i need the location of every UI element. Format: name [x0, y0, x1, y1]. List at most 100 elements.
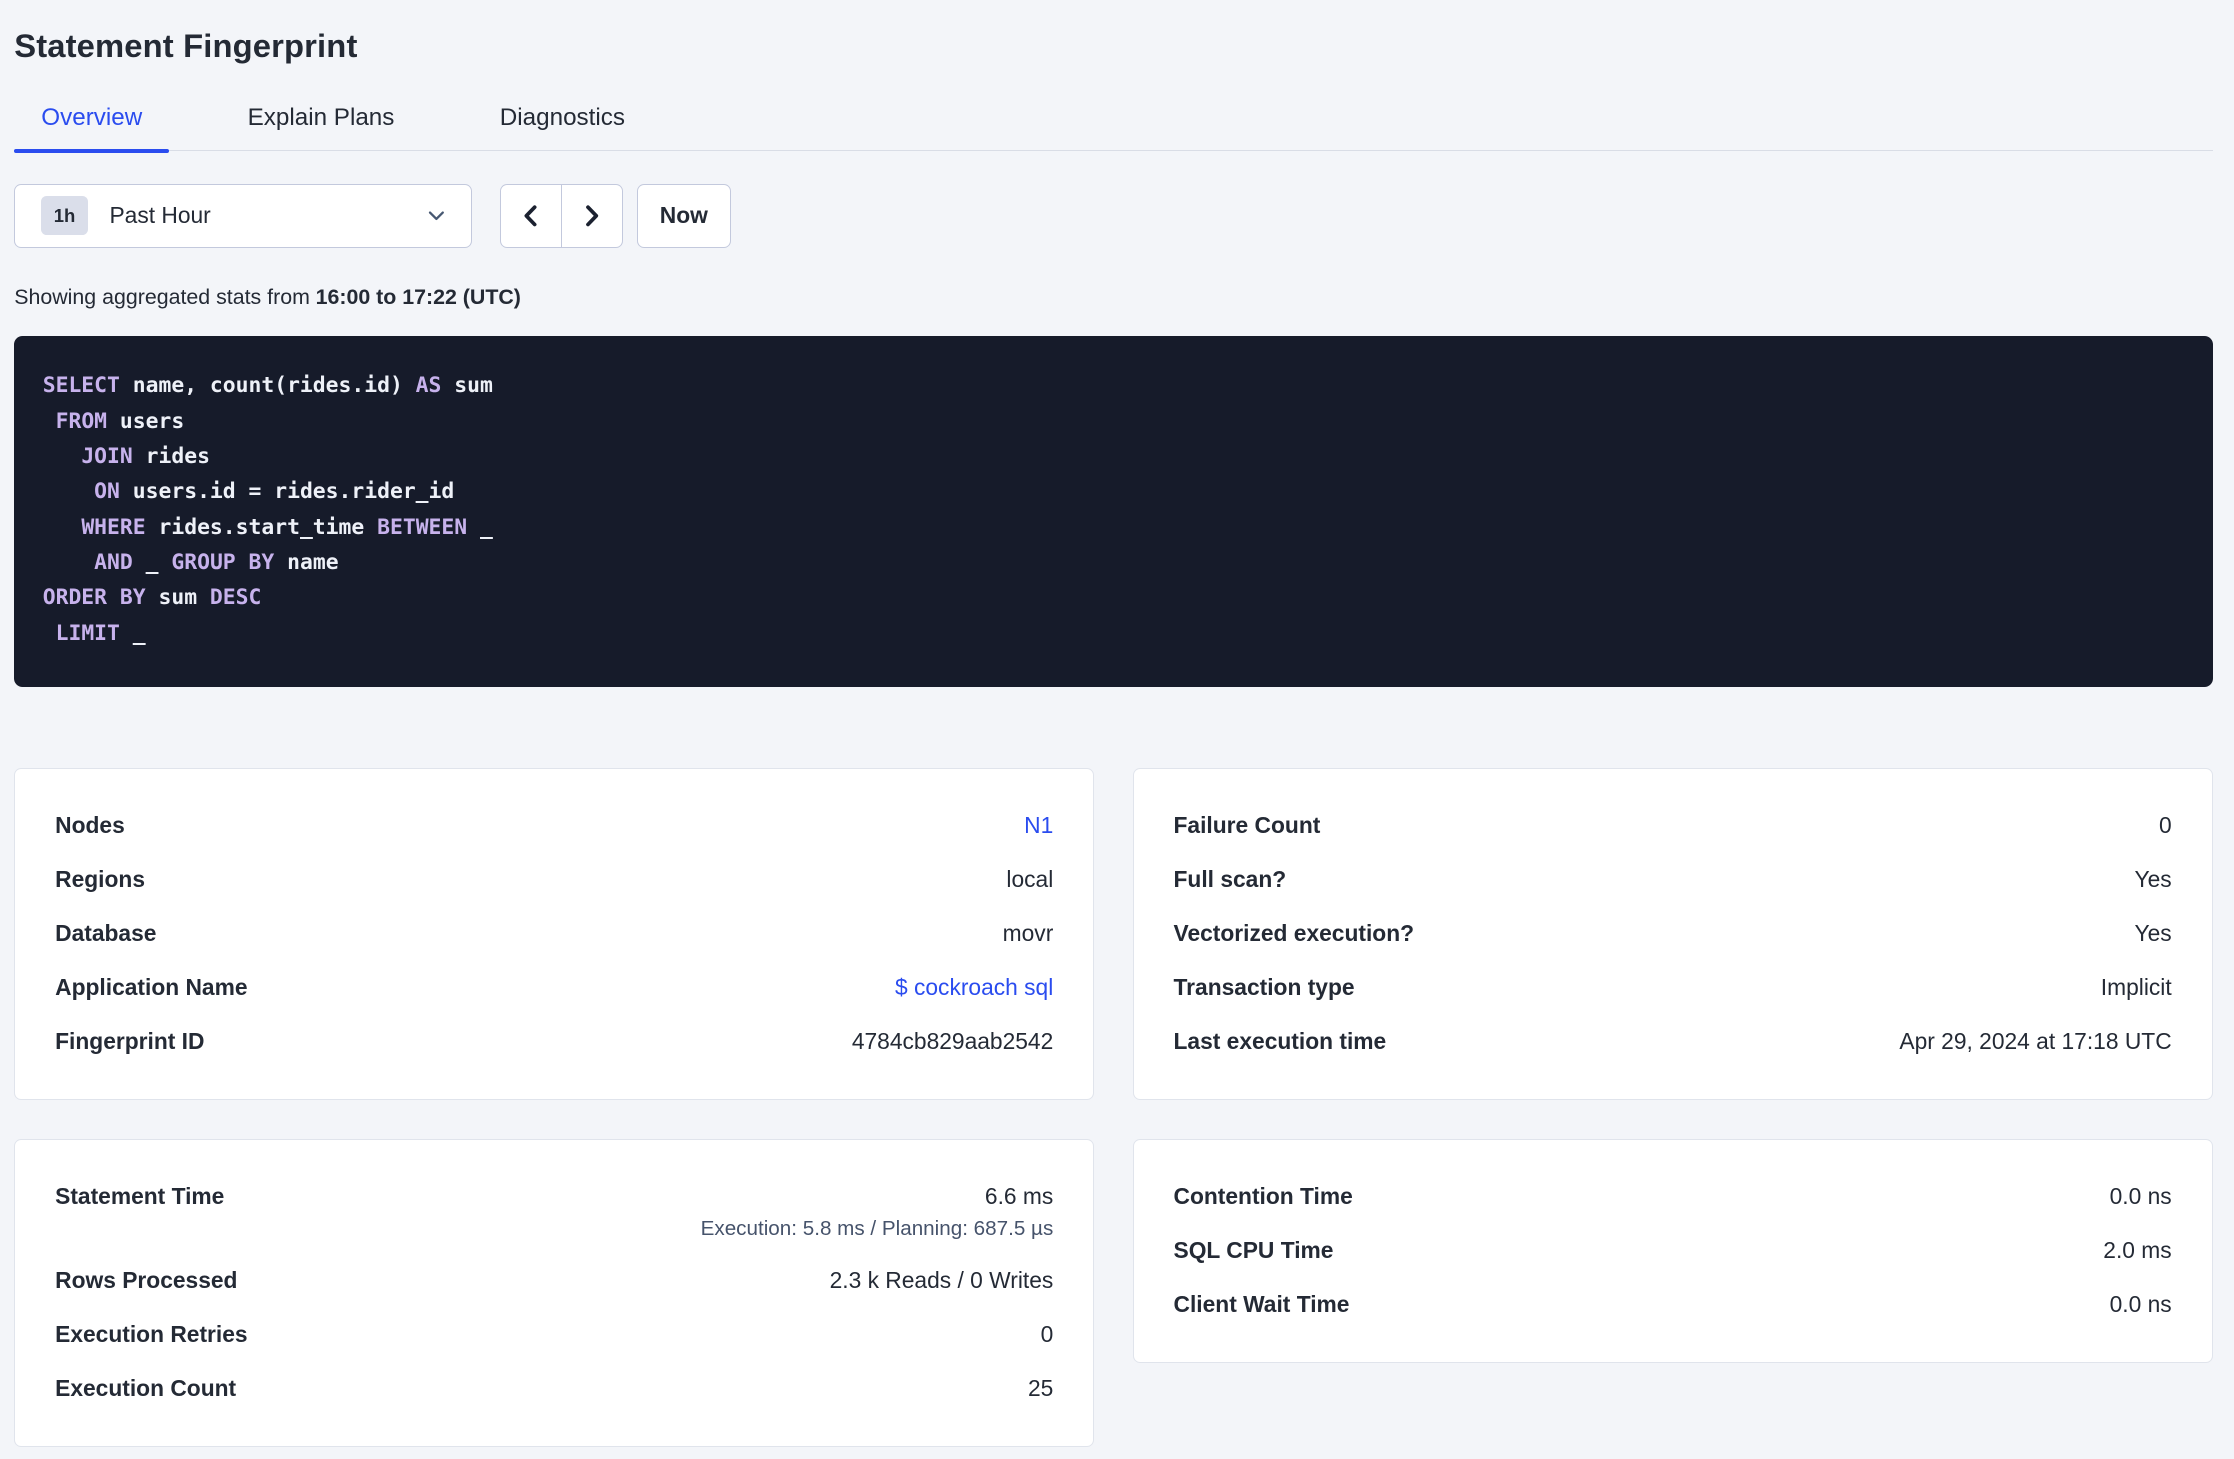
sql-keyword: AS — [415, 373, 442, 399]
stat-row: Fingerprint ID 4784cb829aab2542 — [55, 1015, 1053, 1069]
now-button[interactable]: Now — [636, 183, 731, 248]
next-time-button[interactable] — [561, 183, 623, 248]
stat-row: Database movr — [55, 907, 1053, 961]
stat-value-wrap: 2.3 k Reads / 0 Writes — [830, 1266, 1054, 1296]
stat-row: Full scan? Yes — [1174, 853, 2172, 907]
tab-bar: Overview Explain Plans Diagnostics — [14, 89, 2213, 153]
statement-summary-card: Nodes N1 Regions local Database movr Applicati… — [14, 767, 1095, 1101]
stat-value: Implicit — [2100, 974, 2172, 1001]
stat-value: 6.6 ms — [984, 1182, 1054, 1209]
stat-value: local — [1006, 865, 1054, 892]
stat-subvalue: Execution: 5.8 ms / Planning: 687.5 µs — [700, 1216, 1054, 1240]
stat-label: Rows Processed — [55, 1266, 238, 1293]
stat-label: Execution Retries — [55, 1320, 248, 1347]
stat-row: Nodes N1 — [55, 799, 1053, 853]
stat-value-wrap: N1 — [1024, 811, 1053, 841]
sql-statement: SELECT name, count(rides.id) AS sum FROM… — [14, 335, 2213, 687]
execution-attributes-card: Failure Count 0 Full scan? Yes Vectorized ex… — [1132, 767, 2213, 1101]
stat-label: Vectorized execution? — [1173, 920, 1415, 947]
stat-row: Contention Time 0.0 ns — [1174, 1170, 2172, 1224]
statement-fingerprint-page: Statement Fingerprint Overview Explain P… — [0, 0, 2234, 1448]
stat-row: Transaction type Implicit — [1174, 961, 2172, 1015]
stat-row: Regions local — [55, 853, 1053, 907]
stat-label: Client Wait Time — [1173, 1291, 1350, 1318]
stat-label: Fingerprint ID — [55, 1028, 205, 1055]
stat-label: Execution Count — [55, 1375, 237, 1402]
time-range-select[interactable]: 1h Past Hour — [14, 183, 472, 248]
stat-value: movr — [1002, 920, 1054, 947]
stat-label: Regions — [55, 865, 145, 892]
stat-value: 4784cb829aab2542 — [851, 1028, 1054, 1055]
sql-keyword: DESC — [209, 585, 262, 611]
time-step-buttons — [500, 183, 623, 248]
stat-label: Nodes — [55, 811, 125, 838]
stat-value-wrap: 0 — [2159, 811, 2172, 841]
stat-value-link[interactable]: N1 — [1024, 811, 1053, 841]
stat-value-wrap: $ cockroach sql — [895, 973, 1053, 1003]
stat-value: Apr 29, 2024 at 17:18 UTC — [1899, 1028, 2172, 1055]
sql-line: FROM users — [55, 408, 185, 434]
stats-caption: Showing aggregated stats from 16:00 to 17… — [14, 285, 2212, 310]
stat-label: Contention Time — [1173, 1182, 1353, 1209]
stat-value-wrap: 0 — [1041, 1320, 1054, 1350]
sql-keyword: WHERE — [81, 514, 146, 540]
stat-value: 0 — [2159, 811, 2172, 838]
stat-value-wrap: Implicit — [2101, 973, 2172, 1003]
stat-value: 0.0 ns — [2109, 1182, 2172, 1209]
previous-time-button[interactable] — [500, 183, 562, 248]
stat-value-wrap: Apr 29, 2024 at 17:18 UTC — [1899, 1027, 2171, 1057]
tab-diagnostics[interactable]: Diagnostics — [473, 89, 652, 150]
wait-times-card: Contention Time 0.0 ns SQL CPU Time 2.0 ms C… — [1132, 1138, 2213, 1363]
stat-value-wrap: Yes — [2135, 865, 2172, 895]
stat-value-wrap: 25 — [1028, 1374, 1053, 1404]
stat-label: Last execution time — [1173, 1028, 1387, 1055]
sql-keyword: SELECT — [42, 373, 120, 399]
sql-keyword: GROUP BY — [171, 549, 275, 575]
sql-keyword: ON — [94, 479, 120, 505]
tab-explain-plans[interactable]: Explain Plans — [221, 89, 422, 150]
sql-keyword: FROM — [55, 408, 108, 434]
stat-row: Statement Time 6.6 ms Execution: 5.8 ms / … — [55, 1170, 1053, 1254]
stat-value-wrap: Yes — [2135, 919, 2172, 949]
sql-line: ON users.id = rides.rider_id — [94, 479, 455, 505]
stat-row: Failure Count 0 — [1174, 799, 2172, 853]
stat-label: Application Name — [55, 974, 248, 1001]
stats-caption-range: 16:00 to 17:22 (UTC) — [315, 284, 521, 309]
sql-keyword: ORDER BY — [42, 585, 146, 611]
stat-value-wrap: 0.0 ns — [2110, 1182, 2172, 1212]
stat-label: Transaction type — [1173, 974, 1355, 1001]
stat-label: Failure Count — [1173, 811, 1321, 838]
stat-label: Full scan? — [1173, 865, 1287, 892]
stats-cards-grid: Nodes N1 Regions local Database movr Applicati… — [14, 767, 2213, 1448]
page-title: Statement Fingerprint — [14, 27, 358, 65]
stat-value-wrap: local — [1006, 865, 1053, 895]
sql-line: SELECT name, count(rides.id) AS sum — [42, 373, 493, 399]
sql-keyword: BETWEEN — [377, 514, 468, 540]
stat-row: Vectorized execution? Yes — [1174, 907, 2172, 961]
sql-line: LIMIT _ — [55, 620, 146, 646]
time-range-badge: 1h — [40, 196, 89, 236]
stat-value: Yes — [2134, 865, 2172, 892]
stat-row: Execution Count 25 — [55, 1362, 1053, 1416]
stat-value-wrap: 4784cb829aab2542 — [852, 1027, 1053, 1057]
stat-value: 0.0 ns — [2109, 1291, 2172, 1318]
stat-value: 25 — [1027, 1375, 1054, 1402]
stat-label: SQL CPU Time — [1173, 1236, 1334, 1263]
stat-value-wrap: movr — [1003, 919, 1054, 949]
stat-value: Yes — [2134, 920, 2172, 947]
time-controls: 1h Past Hour Now — [14, 183, 2212, 248]
statement-times-card: Statement Time 6.6 ms Execution: 5.8 ms / … — [14, 1138, 1095, 1448]
stat-label: Statement Time — [55, 1182, 225, 1209]
stat-row: Last execution time Apr 29, 2024 at 17:18… — [1174, 1015, 2172, 1069]
stat-label: Database — [55, 920, 157, 947]
chevron-right-icon — [579, 203, 605, 229]
stat-row: Rows Processed 2.3 k Reads / 0 Writes — [55, 1254, 1053, 1308]
chevron-left-icon — [518, 203, 544, 229]
stat-value-link[interactable]: $ cockroach sql — [895, 973, 1053, 1003]
viewport: Statement Fingerprint Overview Explain P… — [0, 0, 2234, 1459]
stat-value-wrap: 6.6 ms Execution: 5.8 ms / Planning: 687.… — [701, 1182, 1054, 1242]
tab-overview[interactable]: Overview — [14, 89, 170, 153]
time-range-label: Past Hour — [109, 202, 211, 229]
stat-row: Client Wait Time 0.0 ns — [1174, 1278, 2172, 1332]
stat-value-wrap: 2.0 ms — [2103, 1236, 2171, 1266]
